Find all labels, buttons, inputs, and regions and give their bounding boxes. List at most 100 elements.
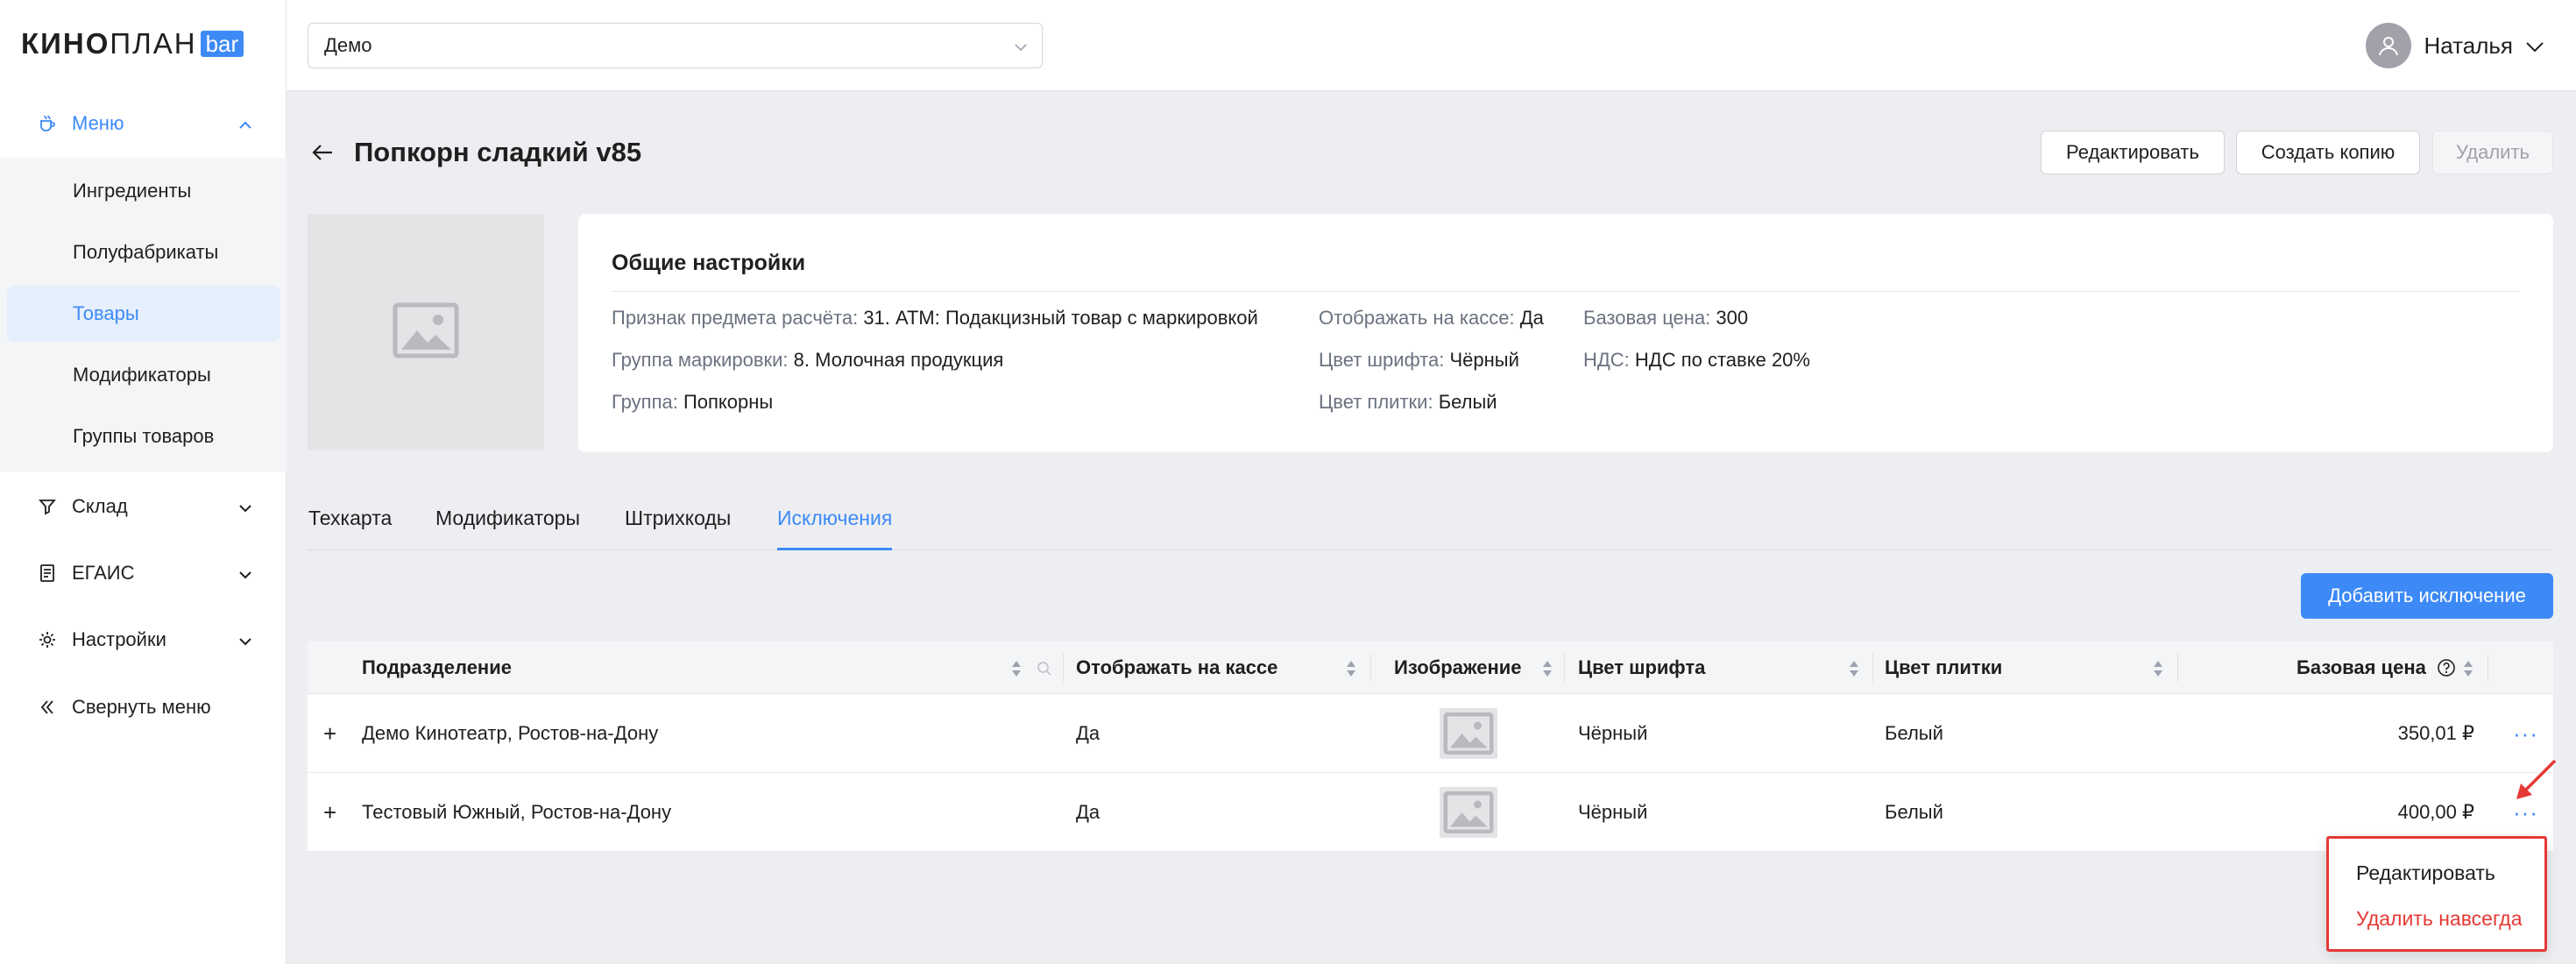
cup-icon [37, 113, 58, 134]
document-icon [37, 563, 58, 584]
logo-light-text: ПЛАН [110, 27, 197, 60]
image-icon [393, 302, 459, 363]
tab-tech-card[interactable]: Техкарта [308, 507, 392, 550]
column-header-font-color[interactable]: Цвет шрифта [1578, 641, 1705, 694]
sidebar-item-label: ЕГАИС [72, 562, 135, 584]
chevron-down-icon [1014, 34, 1028, 57]
base-price-field: Базовая цена: 300 [1583, 307, 1749, 329]
column-header-base-price[interactable]: Базовая цена [2296, 641, 2426, 694]
submenu-item-ingredients[interactable]: Ингредиенты [7, 163, 280, 219]
cell-show-on-cashier: Да [1076, 801, 1100, 823]
cell-tile-color: Белый [1885, 722, 1943, 744]
settings-title: Общие настройки [612, 251, 806, 275]
double-chevron-left-icon [37, 697, 58, 718]
exceptions-table: Подразделение Отображать на кассе Изобра… [308, 641, 2553, 852]
tile-color-field: Цвет плитки: Белый [1319, 391, 1497, 413]
cell-show-on-cashier: Да [1076, 722, 1100, 744]
funnel-icon [37, 496, 58, 517]
menu-item-edit[interactable]: Редактировать [2356, 861, 2495, 885]
menu-submenu: Ингредиенты Полуфабрикаты Товары Модифик… [0, 158, 287, 471]
submenu-item-products[interactable]: Товары [7, 286, 280, 342]
sidebar-item-label: Настройки [72, 628, 166, 650]
submenu-item-semi-finished[interactable]: Полуфабрикаты [7, 224, 280, 280]
sidebar-item-warehouse[interactable]: Склад [0, 478, 280, 535]
sort-icon[interactable] [2152, 659, 2164, 678]
sidebar: КИНОПЛАН bar Меню Ингредиенты Полуфабрик… [0, 0, 287, 964]
submenu-item-modifiers[interactable]: Модификаторы [7, 347, 280, 403]
expand-row-icon[interactable]: + [323, 694, 336, 773]
sort-icon[interactable] [1010, 659, 1023, 678]
show-on-cashier-field: Отображать на кассе: Да [1319, 307, 1544, 329]
collapse-menu-button[interactable]: Свернуть меню [0, 678, 280, 736]
avatar [2366, 23, 2412, 68]
chevron-down-icon [2525, 32, 2544, 60]
font-color-field: Цвет шрифта: Чёрный [1319, 349, 1519, 371]
back-arrow-icon[interactable] [307, 137, 338, 168]
sidebar-item-label: Свернуть меню [72, 696, 211, 718]
logo-badge: bar [200, 31, 244, 57]
table-row[interactable]: + Тестовый Южный, Ростов-на-Дону Да Чёрн… [308, 773, 2553, 852]
cell-unit: Демо Кинотеатр, Ростов-на-Дону [362, 722, 659, 744]
expand-row-icon[interactable]: + [323, 773, 336, 852]
vat-field: НДС: НДС по ставке 20% [1583, 349, 1810, 371]
group-field: Группа: Попкорны [612, 391, 774, 413]
sort-icon[interactable] [1848, 659, 1860, 678]
cell-unit: Тестовый Южный, Ростов-на-Дону [362, 801, 672, 823]
chevron-up-icon [238, 112, 252, 135]
chevron-down-icon [238, 495, 252, 518]
search-icon[interactable] [1037, 661, 1052, 677]
tab-modifiers[interactable]: Модификаторы [435, 507, 580, 550]
sort-icon[interactable] [1541, 659, 1553, 678]
column-header-tile-color[interactable]: Цвет плитки [1885, 641, 2002, 694]
sort-icon[interactable] [2462, 659, 2474, 678]
tab-barcodes[interactable]: Штрихкоды [625, 507, 731, 550]
logo[interactable]: КИНОПЛАН bar [21, 27, 244, 60]
sidebar-item-label: Меню [72, 112, 124, 134]
table-header: Подразделение Отображать на кассе Изобра… [308, 641, 2553, 694]
sidebar-item-label: Склад [72, 495, 128, 517]
user-menu[interactable]: Наталья [2366, 21, 2544, 70]
cell-tile-color: Белый [1885, 801, 1943, 823]
cinema-select-value: Демо [324, 34, 372, 56]
column-header-image[interactable]: Изображение [1394, 641, 1522, 694]
sidebar-item-settings[interactable]: Настройки [0, 611, 280, 669]
add-exception-button[interactable]: Добавить исключение [2301, 573, 2553, 619]
cinema-select[interactable]: Демо [308, 23, 1043, 68]
topbar: Демо Наталья [287, 0, 2576, 91]
tabs: Техкарта Модификаторы Штрихкоды Исключен… [308, 491, 2553, 550]
image-icon [1440, 708, 1497, 759]
gear-icon [37, 629, 58, 650]
cell-image [1440, 773, 1497, 852]
general-settings-card: Общие настройки Признак предмета расчёта… [578, 214, 2553, 452]
sidebar-item-menu[interactable]: Меню [0, 95, 280, 152]
cell-image [1440, 694, 1497, 773]
user-name: Наталья [2424, 32, 2513, 59]
marking-group-field: Группа маркировки: 8. Молочная продукция [612, 349, 1004, 371]
chevron-down-icon [238, 628, 252, 651]
tab-exceptions[interactable]: Исключения [777, 507, 893, 550]
table-row[interactable]: + Демо Кинотеатр, Ростов-на-Дону Да Чёрн… [308, 694, 2553, 773]
cell-font-color: Чёрный [1578, 722, 1648, 744]
image-icon [1440, 787, 1497, 838]
menu-item-delete-forever[interactable]: Удалить навсегда [2356, 907, 2523, 931]
edit-button[interactable]: Редактировать [2041, 131, 2225, 174]
sort-icon[interactable] [1345, 659, 1357, 678]
submenu-item-product-groups[interactable]: Группы товаров [7, 408, 280, 464]
product-image-placeholder[interactable] [308, 214, 544, 450]
sidebar-item-egais[interactable]: ЕГАИС [0, 544, 280, 602]
help-icon[interactable] [2437, 658, 2456, 677]
divider [612, 291, 2520, 292]
calc-sign-field: Признак предмета расчёта: 31. АТМ: Подак… [612, 307, 1258, 329]
cell-base-price: 350,01 ₽ [2397, 722, 2474, 744]
column-header-unit[interactable]: Подразделение [362, 641, 512, 694]
delete-button[interactable]: Удалить [2432, 131, 2553, 174]
logo-bold-text: КИНО [21, 27, 110, 60]
page-header: Попкорн сладкий v85 [307, 131, 641, 174]
annotation-arrow-icon [2516, 759, 2557, 799]
column-header-show-on-cashier[interactable]: Отображать на кассе [1076, 641, 1277, 694]
page-title: Попкорн сладкий v85 [354, 137, 642, 167]
row-actions-menu: Редактировать Удалить навсегда [2326, 836, 2547, 952]
cell-font-color: Чёрный [1578, 801, 1648, 823]
chevron-down-icon [238, 562, 252, 585]
create-copy-button[interactable]: Создать копию [2236, 131, 2420, 174]
